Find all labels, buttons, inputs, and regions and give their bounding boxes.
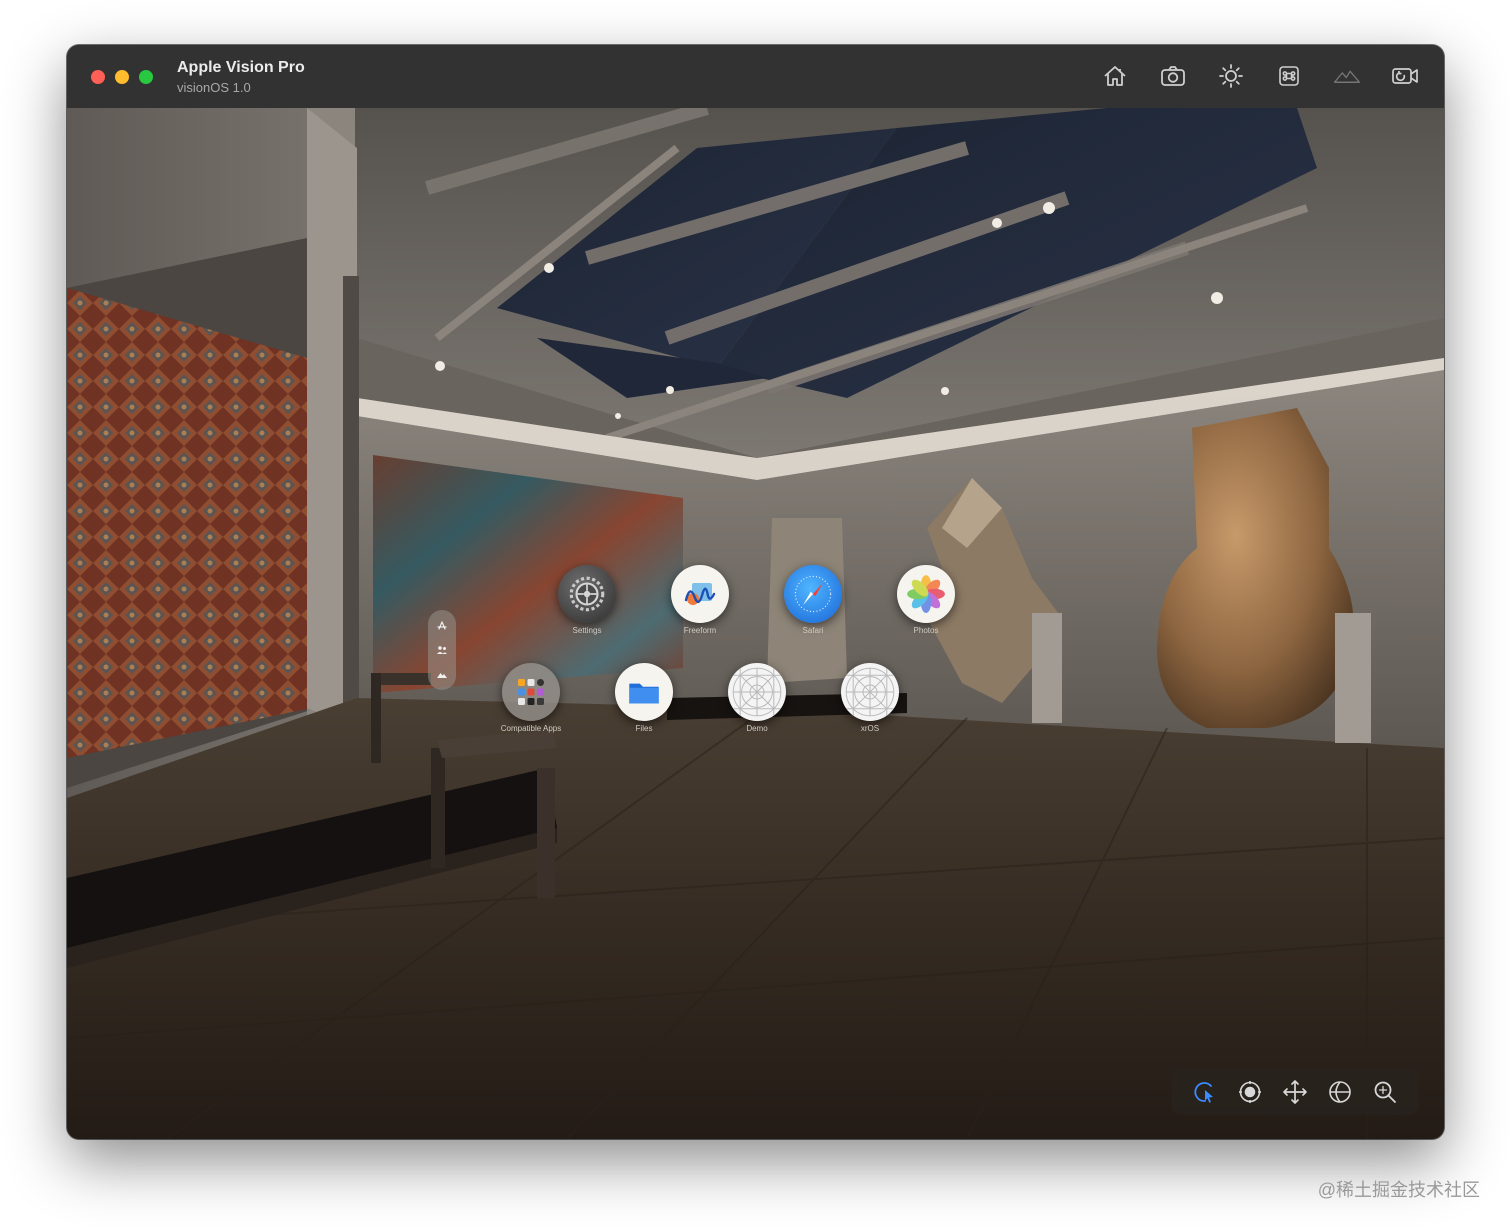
environments-icon [437, 673, 447, 678]
photos-flower-icon [897, 565, 955, 623]
record-video-icon [1392, 68, 1418, 84]
compatible-apps-folder-icon [502, 663, 560, 721]
tab-environments[interactable] [434, 666, 450, 682]
close-button[interactable] [91, 70, 105, 84]
minimize-button[interactable] [115, 70, 129, 84]
brightness-icon [1219, 64, 1243, 88]
interaction-mode-bar [1172, 1069, 1418, 1115]
environment-mountains-icon [1333, 70, 1361, 83]
app-label: Demo [746, 724, 768, 733]
files-folder-icon [615, 663, 673, 721]
app-demo[interactable]: Demo [726, 663, 788, 733]
people-icon [437, 646, 447, 654]
toolbar [1098, 61, 1422, 91]
app-label: Photos [913, 626, 939, 635]
simulator-window: Apple Vision Pro visionOS 1.0 Settings F… [67, 45, 1444, 1139]
screenshot-button[interactable] [1156, 61, 1190, 91]
select-mode-button[interactable] [1189, 1076, 1221, 1108]
app-settings[interactable]: Settings [556, 565, 618, 635]
command-icon [1279, 66, 1299, 86]
app-freeform[interactable]: Freeform [669, 565, 731, 635]
select-pointer-icon [1194, 1082, 1213, 1103]
pan-icon [1283, 1080, 1307, 1104]
orbit-icon [1329, 1081, 1351, 1103]
watermark: @稀土掘金技术社区 [1317, 1180, 1480, 1200]
app-files[interactable]: Files [613, 663, 675, 733]
orbit-mode-button[interactable] [1324, 1076, 1356, 1108]
app-store-icon [437, 621, 447, 630]
app-safari[interactable]: Safari [782, 565, 844, 635]
app-label: Files [635, 724, 653, 733]
immersive-environment-view[interactable]: Settings Freeform Safari Photos Compatib… [67, 108, 1444, 1139]
app-xros[interactable]: xrOS [839, 663, 901, 733]
record-button[interactable] [1388, 61, 1422, 91]
home-icon [1104, 66, 1126, 86]
zoom-button[interactable] [139, 70, 153, 84]
app-label: Settings [572, 626, 602, 635]
window-title: Apple Vision Pro [177, 59, 305, 76]
title-bar[interactable]: Apple Vision Pro visionOS 1.0 [67, 45, 1444, 109]
home-view-tab-ornament [428, 610, 456, 690]
tab-people[interactable] [434, 642, 450, 658]
app-label: Freeform [683, 626, 717, 635]
window-subtitle: visionOS 1.0 [177, 80, 251, 95]
home-button[interactable] [1098, 61, 1132, 91]
tab-apps[interactable] [434, 618, 450, 634]
freeform-icon [671, 565, 729, 623]
app-label: Safari [802, 626, 824, 635]
look-mode-button[interactable] [1234, 1076, 1266, 1108]
settings-gear-icon [558, 565, 616, 623]
app-compatible-apps[interactable]: Compatible Apps [500, 663, 562, 733]
app-label: Compatible Apps [500, 724, 562, 733]
app-photos[interactable]: Photos [895, 565, 957, 635]
camera-icon [1161, 66, 1185, 86]
look-around-icon [1238, 1081, 1261, 1103]
keyboard-shortcut-button[interactable] [1272, 61, 1306, 91]
app-label: xrOS [860, 724, 880, 733]
environment-button[interactable] [1330, 61, 1364, 91]
placeholder-app-icon [841, 663, 899, 721]
brightness-button[interactable] [1214, 61, 1248, 91]
pan-mode-button[interactable] [1279, 1076, 1311, 1108]
museum-environment-backdrop [67, 108, 1444, 1139]
zoom-mode-button[interactable] [1369, 1076, 1401, 1108]
zoom-icon [1374, 1081, 1397, 1103]
safari-compass-icon [784, 565, 842, 623]
placeholder-app-icon [728, 663, 786, 721]
